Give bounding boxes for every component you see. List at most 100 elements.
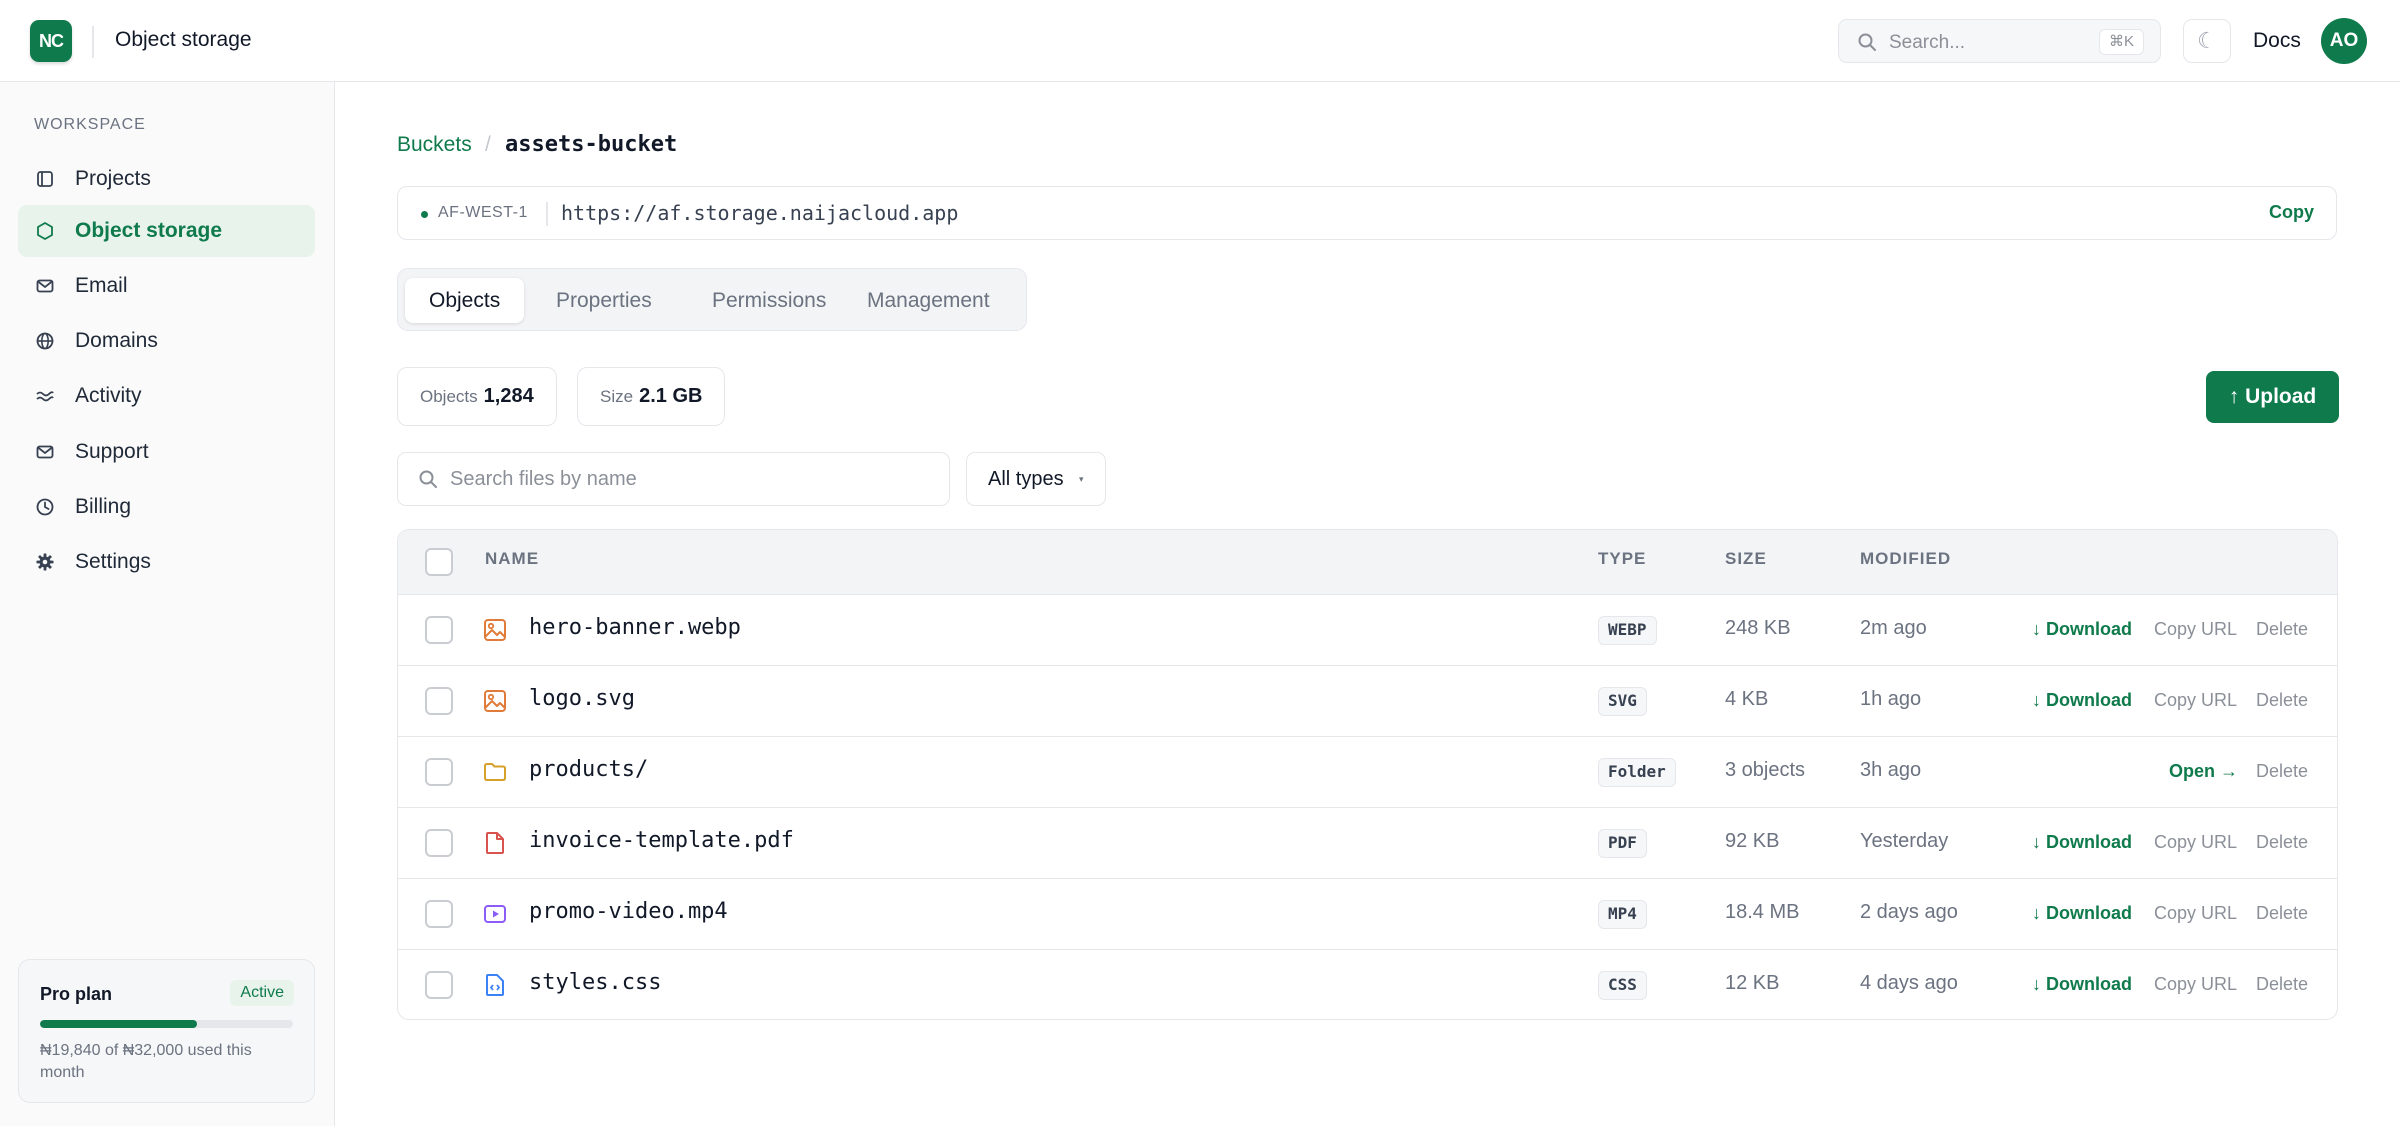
docs-link[interactable]: Docs	[2253, 29, 2301, 53]
row-checkbox[interactable]	[425, 687, 453, 715]
copy-url-button[interactable]: Copy URL	[2154, 974, 2237, 995]
file-type-badge: Folder	[1598, 758, 1676, 787]
file-type-badge: MP4	[1598, 900, 1647, 929]
table-row[interactable]: hero-banner.webp WEBP 248 KB 2m ago ↓ Do…	[398, 595, 2337, 666]
file-search-placeholder: Search files by name	[450, 468, 637, 490]
objects-table: NAME TYPE SIZE MODIFIED hero-banner.webp…	[397, 529, 2338, 1020]
stat-label: Objects	[420, 386, 478, 406]
type-filter-select[interactable]: All types ▾	[966, 452, 1106, 506]
stat-value: 1,284	[483, 385, 534, 407]
select-all-checkbox[interactable]	[425, 548, 453, 576]
delete-button[interactable]: Delete	[2256, 619, 2308, 640]
pdf-icon	[482, 830, 508, 856]
mail-icon	[34, 275, 56, 297]
table-row[interactable]: promo-video.mp4 MP4 18.4 MB 2 days ago ↓…	[398, 879, 2337, 950]
sidebar-item-billing[interactable]: Billing	[18, 481, 315, 533]
row-checkbox[interactable]	[425, 616, 453, 644]
stat-value: 2.1 GB	[639, 385, 703, 407]
tab-management[interactable]: Management	[843, 278, 1014, 323]
row-checkbox[interactable]	[425, 900, 453, 928]
copy-url-button[interactable]: Copy URL	[2154, 832, 2237, 853]
copy-url-button[interactable]: Copy URL	[2154, 619, 2237, 640]
sidebar-item-projects[interactable]: Projects	[18, 153, 315, 205]
file-type-badge: SVG	[1598, 687, 1647, 716]
download-button[interactable]: ↓ Download	[2032, 690, 2132, 711]
file-type-badge: CSS	[1598, 971, 1647, 1000]
sidebar-section-label: WORKSPACE	[34, 116, 146, 133]
file-size: 3 objects	[1725, 759, 1806, 781]
type-filter-value: All types	[988, 468, 1064, 490]
file-name[interactable]: hero-banner.webp	[529, 615, 741, 640]
table-row[interactable]: styles.css CSS 12 KB 4 days ago ↓ Downlo…	[398, 950, 2337, 1019]
tab-properties[interactable]: Properties	[532, 278, 676, 323]
endpoint-url: https://af.storage.naijacloud.app	[561, 201, 959, 225]
storage-icon	[34, 220, 56, 242]
support-icon	[34, 441, 56, 463]
upload-button[interactable]: ↑ Upload	[2206, 371, 2339, 423]
row-checkbox[interactable]	[425, 829, 453, 857]
table-row[interactable]: logo.svg SVG 4 KB 1h ago ↓ Download Copy…	[398, 666, 2337, 737]
open-folder-button[interactable]: Open →	[2169, 761, 2238, 782]
file-modified: 2m ago	[1860, 617, 1927, 639]
plan-card: Pro plan Active ₦19,840 of ₦32,000 used …	[18, 959, 315, 1103]
row-checkbox[interactable]	[425, 758, 453, 786]
top-bar: NC Object storage Search... ⌘K ☾ Docs AO	[0, 0, 2400, 82]
avatar[interactable]: AO	[2321, 18, 2367, 64]
file-size: 92 KB	[1725, 830, 1780, 852]
tab-permissions[interactable]: Permissions	[688, 278, 850, 323]
file-name[interactable]: styles.css	[529, 970, 661, 995]
tab-objects[interactable]: Objects	[405, 278, 525, 323]
row-checkbox[interactable]	[425, 971, 453, 999]
download-button[interactable]: ↓ Download	[2032, 832, 2132, 853]
sidebar-item-label: Support	[75, 440, 149, 463]
file-name[interactable]: promo-video.mp4	[529, 899, 728, 924]
sidebar-item-label: Object storage	[75, 219, 223, 242]
file-name[interactable]: logo.svg	[529, 686, 635, 711]
delete-button[interactable]: Delete	[2256, 761, 2308, 782]
sidebar-item-activity[interactable]: Activity	[18, 370, 315, 422]
delete-button[interactable]: Delete	[2256, 903, 2308, 924]
sidebar-item-label: Billing	[75, 495, 132, 518]
breadcrumb-buckets-link[interactable]: Buckets	[397, 133, 472, 157]
image-icon	[482, 617, 508, 643]
column-header-name[interactable]: NAME	[485, 549, 539, 569]
sidebar-item-email[interactable]: Email	[18, 260, 315, 312]
copy-url-button[interactable]: Copy URL	[2154, 903, 2237, 924]
file-search-input[interactable]: Search files by name	[397, 452, 950, 506]
delete-button[interactable]: Delete	[2256, 832, 2308, 853]
clock-icon	[34, 496, 56, 518]
file-name[interactable]: products/	[529, 757, 648, 782]
sidebar-item-support[interactable]: Support	[18, 426, 315, 478]
search-placeholder: Search...	[1889, 32, 1966, 53]
sidebar-item-domains[interactable]: Domains	[18, 315, 315, 367]
column-header-modified[interactable]: MODIFIED	[1860, 549, 1951, 569]
file-modified: 4 days ago	[1860, 972, 1958, 994]
delete-button[interactable]: Delete	[2256, 974, 2308, 995]
copy-endpoint-button[interactable]: Copy	[2269, 202, 2314, 223]
delete-button[interactable]: Delete	[2256, 690, 2308, 711]
sidebar-item-label: Email	[75, 274, 128, 297]
sidebar-item-label: Projects	[75, 167, 151, 190]
sidebar-item-settings[interactable]: Settings	[18, 536, 315, 588]
theme-toggle-button[interactable]: ☾	[2183, 19, 2231, 63]
file-name[interactable]: invoice-template.pdf	[529, 828, 794, 853]
image-icon	[482, 688, 508, 714]
table-row[interactable]: products/ Folder 3 objects 3h ago Open →…	[398, 737, 2337, 808]
endpoint-bar: AF-WEST-1 https://af.storage.naijacloud.…	[397, 186, 2337, 240]
file-size: 4 KB	[1725, 688, 1769, 710]
file-modified: 1h ago	[1860, 688, 1922, 710]
sidebar-item-object-storage[interactable]: Object storage	[18, 205, 315, 257]
download-button[interactable]: ↓ Download	[2032, 619, 2132, 640]
region-label: AF-WEST-1	[438, 204, 528, 221]
gear-icon	[34, 551, 56, 573]
logo[interactable]: NC	[30, 20, 72, 62]
file-type-badge: PDF	[1598, 829, 1647, 858]
column-header-type[interactable]: TYPE	[1598, 549, 1646, 569]
download-button[interactable]: ↓ Download	[2032, 974, 2132, 995]
copy-url-button[interactable]: Copy URL	[2154, 690, 2237, 711]
plan-title: Pro plan	[40, 984, 113, 1004]
table-row[interactable]: invoice-template.pdf PDF 92 KB Yesterday…	[398, 808, 2337, 879]
download-button[interactable]: ↓ Download	[2032, 903, 2132, 924]
global-search-input[interactable]: Search... ⌘K	[1838, 19, 2161, 63]
column-header-size[interactable]: SIZE	[1725, 549, 1767, 569]
